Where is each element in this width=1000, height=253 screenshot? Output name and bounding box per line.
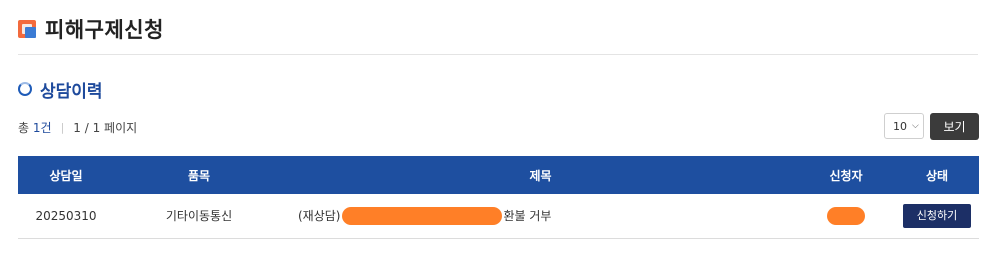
column-header-item: 품목 [187, 168, 211, 183]
section-header: 상담이력 [18, 78, 103, 102]
section-title: 상담이력 [40, 81, 103, 102]
column-header-status: 상태 [925, 168, 949, 183]
page-header: 피해구제신청 [18, 14, 164, 44]
result-summary: 총 1건 | 1 / 1 페이지 [18, 119, 137, 136]
total-label: 총 [18, 121, 30, 135]
page-title-icon [18, 20, 36, 38]
redaction-mark [342, 206, 503, 225]
column-header-date: 상담일 [49, 168, 83, 183]
per-page-select[interactable]: 10 ⌵ [884, 113, 924, 139]
redaction-mark [827, 206, 865, 225]
cell-status: 신청하기 [895, 194, 979, 238]
column-header-applicant: 신청자 [829, 168, 863, 183]
cell-applicant [797, 194, 895, 238]
cell-title[interactable]: (재상담) 환불 거부 [284, 194, 797, 238]
column-header-title: 제목 [529, 168, 552, 183]
title-suffix: 환불 거부 [503, 209, 552, 224]
per-page-value: 10 [893, 119, 907, 133]
header-divider [18, 54, 978, 55]
table-header-row: 상담일 품목 제목 신청자 상태 [18, 156, 979, 194]
page-info: 1 / 1 페이지 [73, 121, 138, 135]
chevron-down-icon: ⌵ [912, 121, 919, 131]
cell-item: 기타이동통신 [165, 209, 233, 224]
table-row[interactable]: 20250310 기타이동통신 (재상담) 환불 거부 신청하기 [18, 194, 979, 238]
ring-bullet-icon [18, 82, 32, 96]
summary-separator: | [60, 121, 65, 134]
cell-date: 20250310 [35, 208, 97, 223]
total-count: 1건 [32, 121, 52, 135]
view-button[interactable]: 보기 [930, 113, 979, 140]
title-prefix: (재상담) [298, 209, 341, 224]
consultation-history-table: 상담일 품목 제목 신청자 상태 20250310 기타이동통신 (재상담) 환… [18, 156, 979, 239]
apply-button[interactable]: 신청하기 [903, 203, 971, 228]
page-title: 피해구제신청 [45, 18, 164, 42]
